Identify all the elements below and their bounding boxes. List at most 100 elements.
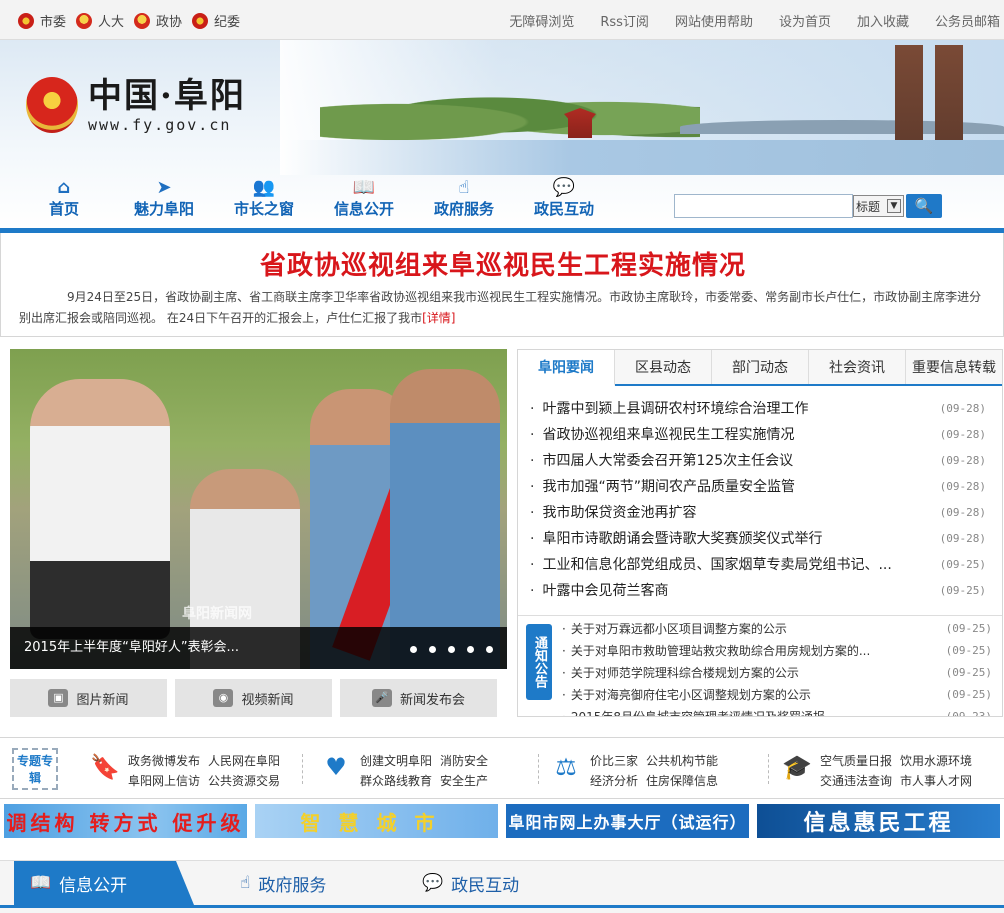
party-emblem-icon [18,12,34,29]
press-conference-button[interactable]: 🎤 新闻发布会 [340,679,497,717]
list-item[interactable]: 叶露中会见荷兰客商(09-25) [518,578,1002,604]
gavel-icon: ⚖ [555,753,577,781]
topic-link[interactable]: 群众路线教育 [360,772,432,790]
banner-online-service-hall[interactable]: 阜阳市网上办事大厅（试运行） [506,804,749,838]
topic-link[interactable]: 公共机构节能 [646,752,718,770]
topic-link[interactable]: 人民网在阜阳 [208,752,280,770]
slide-dot[interactable] [467,646,474,653]
link-cppcc[interactable]: 政协 [134,11,182,30]
nav-mayor-window[interactable]: 👥 市长之窗 [214,178,314,219]
tab-fuyang-news[interactable]: 阜阳要闻 [518,350,615,386]
national-emblem-icon [26,77,78,133]
topic-link[interactable]: 公共资源交易 [208,772,280,790]
search-scope-select[interactable]: 标题 ▼ [853,195,904,217]
tab-social-news[interactable]: 社会资讯 [809,350,906,384]
list-item[interactable]: 我市助保贷资金池再扩容(09-28) [518,500,1002,526]
topic-link[interactable]: 消防安全 [440,752,488,770]
national-emblem-icon [76,12,93,29]
nav-home[interactable]: ⌂ 首页 [14,178,114,219]
list-item[interactable]: 省政协巡视组来阜巡视民生工程实施情况(09-28) [518,422,1002,448]
topic-link[interactable]: 住房保障信息 [646,772,718,790]
top-bar: 市委 人大 政协 纪委 无障碍浏览 Rss订阅 网站使用帮助 设为首页 加入收藏… [0,0,1004,40]
top-left-links: 市委 人大 政协 纪委 [18,11,240,30]
list-item[interactable]: 关于对海亮御府住宅小区调整规划方案的公示(09-25) [562,684,992,706]
notice-list: 关于对万霖远都小区项目调整方案的公示(09-25) 关于对阜阳市救助管理站救灾救… [562,618,992,716]
list-item[interactable]: 阜阳市诗歌朗诵会暨诗歌大奖赛颁奖仪式举行(09-28) [518,526,1002,552]
list-item[interactable]: 市四届人大常委会召开第125次主任会议(09-28) [518,448,1002,474]
slide-dot[interactable] [429,646,436,653]
list-item[interactable]: 我市加强“两节”期间农产品质量安全监管(09-28) [518,474,1002,500]
party-emblem-icon [192,12,209,29]
headline-title[interactable]: 省政协巡视组来阜巡视民生工程实施情况 [1,245,1004,282]
site-search: 标题 ▼ 🔍 [674,194,942,218]
topic-link[interactable]: 创建文明阜阳 [360,752,432,770]
nav-charm-fuyang[interactable]: ➤ 魅力阜阳 [114,178,214,219]
tab-info-disclosure[interactable]: 📖 信息公开 [14,861,194,905]
slide-dot[interactable] [448,646,455,653]
topic-link[interactable]: 饮用水源环境 [900,752,972,770]
nav-interaction[interactable]: 💬 政民互动 [514,178,614,219]
graduation-cap-icon: 🎓 [782,753,812,781]
paper-plane-icon: ➤ [156,177,172,198]
list-item[interactable]: 关于对万霖远都小区项目调整方案的公示(09-25) [562,618,992,640]
headline-more-link[interactable]: [详情] [422,311,455,325]
list-item[interactable]: 2015年8月份阜城市容管理考评情况及奖罚通报(09-23) [562,706,992,716]
site-logo[interactable]: 中国·阜阳 www.fy.gov.cn [26,76,246,134]
search-button[interactable]: 🔍 [906,194,942,218]
topic-link[interactable]: 市人事人才网 [900,772,972,790]
nav-gov-service[interactable]: ☝ 政府服务 [414,178,514,219]
topic-link[interactable]: 经济分析 [590,772,638,790]
bookmark-icon: 🔖 [90,753,120,781]
nav-info-disclosure[interactable]: 📖 信息公开 [314,178,414,219]
photo-slideshow[interactable]: 阜阳新闻网 2015年上半年度“阜阳好人”表彰会... [10,349,507,669]
people-icon: 👥 [252,177,276,198]
tab-gov-service[interactable]: ☝ 政府服务 [240,861,326,905]
rss-link[interactable]: Rss订阅 [600,11,649,30]
video-news-button[interactable]: ◉ 视频新闻 [175,679,332,717]
tab-county-news[interactable]: 区县动态 [615,350,712,384]
topic-link[interactable]: 政务微博发布 [128,752,200,770]
topic-group: ♥ 创建文明阜阳 消防安全 群众路线教育 安全生产 [322,752,488,790]
site-url: www.fy.gov.cn [88,116,232,134]
link-party-committee[interactable]: 市委 [18,11,66,30]
set-homepage-link[interactable]: 设为首页 [779,11,831,30]
banner-restructure[interactable]: 调结构 转方式 促升级 [4,804,247,838]
heart-icon: ♥ [325,753,347,781]
topic-link[interactable]: 价比三家 [590,752,638,770]
search-icon: 🔍 [914,197,934,215]
topic-link[interactable]: 安全生产 [440,772,488,790]
news-list: 叶露中到颍上县调研农村环境综合治理工作(09-28) 省政协巡视组来阜巡视民生工… [518,396,1002,604]
add-favorite-link[interactable]: 加入收藏 [857,11,909,30]
chevron-down-icon: ▼ [887,199,901,213]
help-link[interactable]: 网站使用帮助 [675,11,753,30]
list-item[interactable]: 关于对师范学院理科综合楼规划方案的公示(09-25) [562,662,992,684]
topic-group: 🔖 政务微博发布 人民网在阜阳 阜阳网上信访 公共资源交易 [90,752,280,790]
microphone-icon: 🎤 [371,689,392,707]
topic-link[interactable]: 阜阳网上信访 [128,772,200,790]
link-discipline-committee[interactable]: 纪委 [192,11,240,30]
topic-link[interactable]: 交通违法查询 [820,772,892,790]
picture-news-button[interactable]: ▣ 图片新闻 [10,679,167,717]
home-icon: ⌂ [57,177,71,198]
slide-dot[interactable] [410,646,417,653]
list-item[interactable]: 叶露中到颍上县调研农村环境综合治理工作(09-28) [518,396,1002,422]
list-item[interactable]: 工业和信息化部党组成员、国家烟草专卖局党组书记、...(09-25) [518,552,1002,578]
tab-department-news[interactable]: 部门动态 [712,350,809,384]
tab-interaction[interactable]: 💬 政民互动 [422,861,519,905]
slide-dot[interactable] [486,646,493,653]
banner-info-benefit[interactable]: 信息惠民工程 [757,804,1000,838]
media-buttons: ▣ 图片新闻 ◉ 视频新闻 🎤 新闻发布会 [10,679,497,717]
special-topics: 专题专辑 🔖 政务微博发布 人民网在阜阳 阜阳网上信访 公共资源交易 ♥ 创建文明阜… [0,737,1004,799]
slide-dots [410,646,493,653]
civil-mail-link[interactable]: 公务员邮箱 [935,11,1000,30]
accessibility-link[interactable]: 无障碍浏览 [509,11,574,30]
book-icon: 📖 [352,177,376,198]
link-peoples-congress[interactable]: 人大 [76,11,124,30]
banner-smart-city[interactable]: 智慧城市 [255,804,498,838]
topic-group: 🎓 空气质量日报 饮用水源环境 交通违法查询 市人事人才网 [782,752,972,790]
list-item[interactable]: 关于对阜阳市救助管理站救灾救助综合用房规划方案的...(09-25) [562,640,992,662]
topic-group: ⚖ 价比三家 公共机构节能 经济分析 住房保障信息 [552,752,718,790]
search-input[interactable] [674,194,853,218]
tab-reprint-news[interactable]: 重要信息转载 [906,350,1002,384]
topic-link[interactable]: 空气质量日报 [820,752,892,770]
